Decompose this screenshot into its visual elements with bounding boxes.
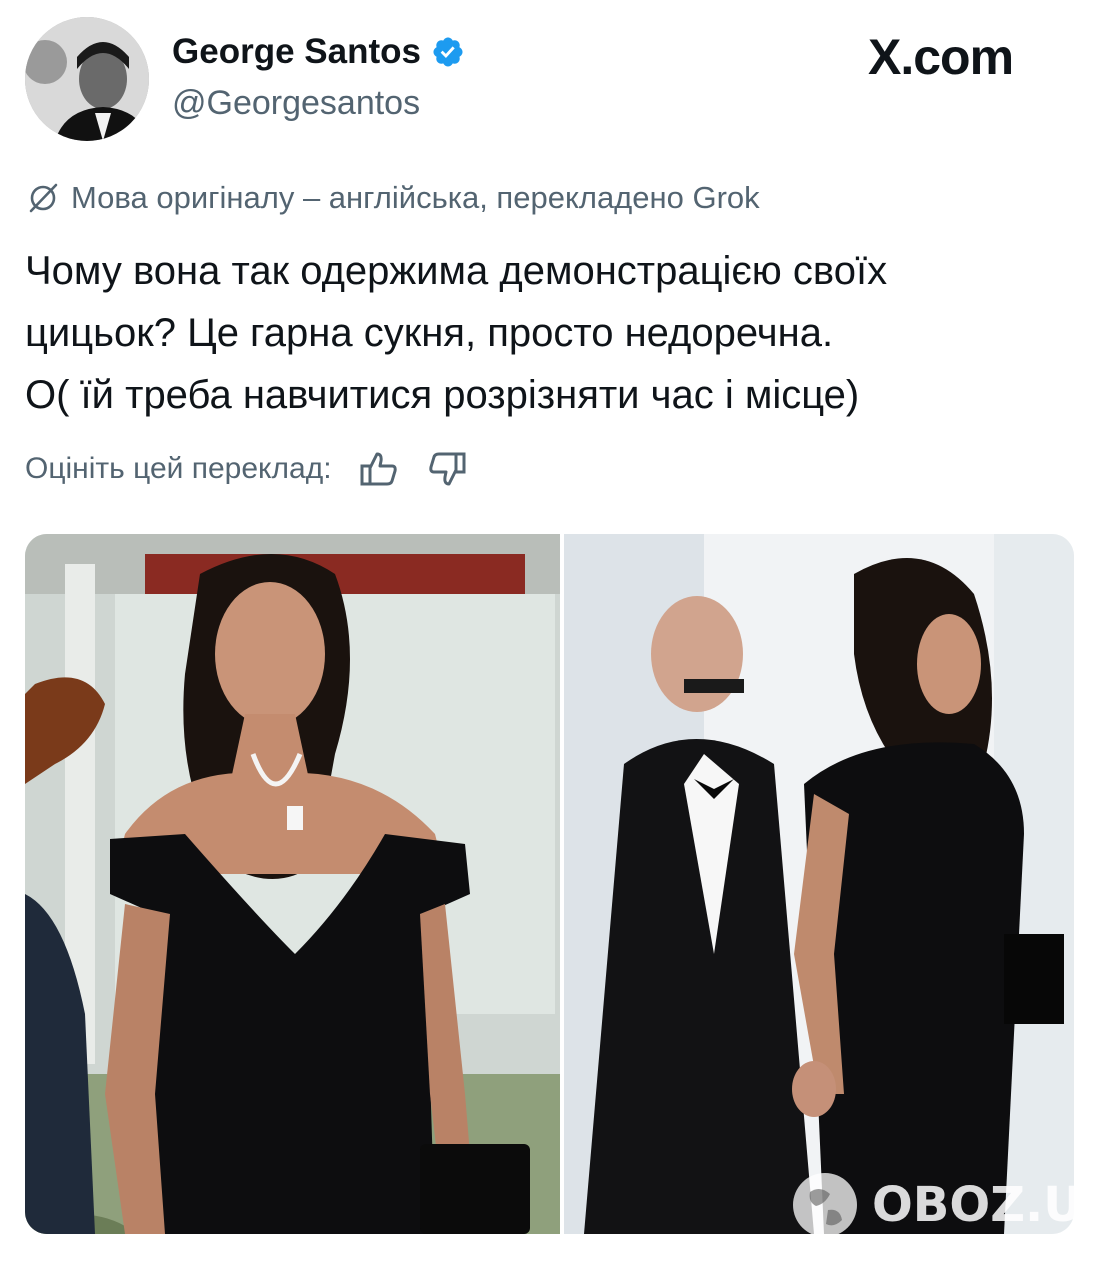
translation-note-text: Мова оригіналу – англійська, перекладено… (71, 180, 760, 215)
photo-left[interactable] (25, 534, 560, 1234)
globe-logo-icon (793, 1173, 857, 1237)
photo-right-image (564, 534, 1074, 1234)
source-brand: X.com (868, 29, 1014, 85)
author-handle[interactable]: @Georgesantos (172, 84, 420, 123)
verified-badge-icon (433, 37, 463, 67)
thumbs-up-icon[interactable] (358, 448, 400, 490)
author-name[interactable]: George Santos (172, 32, 421, 72)
translate-globe-icon (29, 183, 58, 213)
translation-note: Мова оригіналу – англійська, перекладено… (25, 180, 760, 216)
photo-left-image (25, 534, 560, 1234)
rate-translation: Оцініть цей переклад: (25, 448, 468, 490)
tweet-line: Чому вона так одержима демонстрацією сво… (25, 249, 888, 293)
tweet-line: цицьок? Це гарна сукня, просто недоречна… (25, 311, 834, 355)
avatar[interactable] (25, 17, 149, 141)
tweet-line: О( їй треба навчитися розрізняти час і м… (25, 373, 860, 417)
tweet-media[interactable] (25, 534, 1074, 1234)
author-name-row[interactable]: George Santos (172, 32, 465, 72)
oboz-watermark: OBOZ.UA (790, 1170, 1099, 1240)
watermark-text: OBOZ.UA (872, 1177, 1099, 1233)
avatar-image (25, 17, 149, 141)
photo-right[interactable] (564, 534, 1074, 1234)
rate-translation-label: Оцініть цей переклад: (25, 452, 332, 485)
thumbs-down-icon[interactable] (426, 448, 468, 490)
tweet-text: Чому вона так одержима демонстрацією сво… (25, 240, 1075, 426)
